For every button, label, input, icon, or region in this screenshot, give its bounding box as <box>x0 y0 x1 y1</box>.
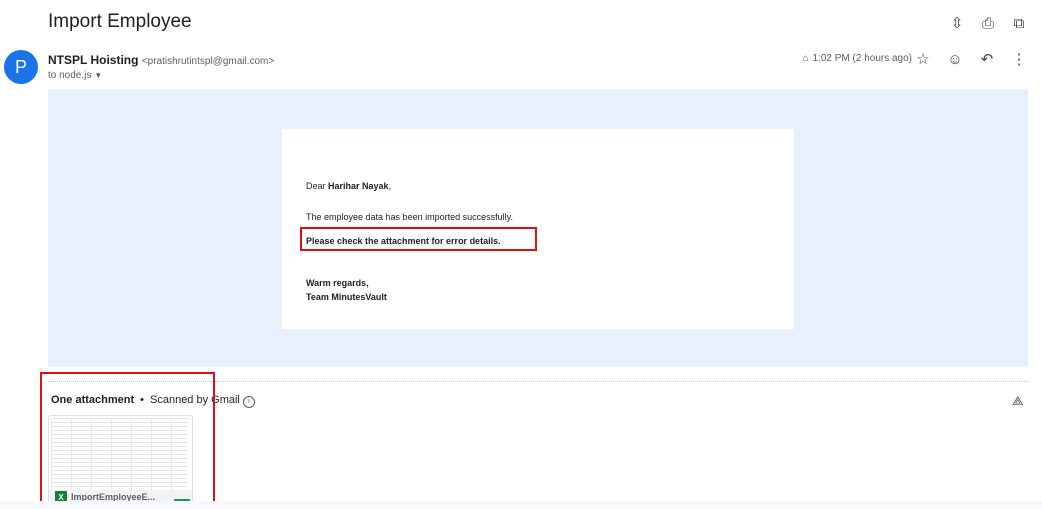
recipient-line[interactable]: to node.js ▼ <box>48 70 102 81</box>
sender-name[interactable]: NTSPL Hoisting <box>48 53 138 67</box>
highlight-box-attachment <box>40 372 215 507</box>
closing: Warm regards, <box>306 278 369 288</box>
greeting: Dear Harihar Nayak, <box>306 181 391 191</box>
avatar[interactable]: P <box>4 50 38 84</box>
footer-band <box>0 501 1042 509</box>
add-to-drive-icon[interactable]: ⟁ <box>1012 393 1028 409</box>
sender-email: <pratishrutintspl@gmail.com> <box>141 56 275 67</box>
open-new-window-icon[interactable]: ⧉ <box>1010 14 1028 32</box>
sender-line: NTSPL Hoisting <pratishrutintspl@gmail.c… <box>48 53 274 67</box>
recipient-name: Harihar Nayak <box>328 181 389 191</box>
top-actions: ⇳ ⎙ ⧉ <box>948 14 1028 33</box>
message-actions: ☆ ☺ ↶ ⋮ <box>914 50 1028 69</box>
timestamp: 1:02 PM (2 hours ago) <box>812 53 913 64</box>
paperclip-icon: ⌂ <box>802 53 809 64</box>
reply-icon[interactable]: ↶ <box>978 50 996 68</box>
unfold-icon[interactable]: ⇳ <box>948 14 966 32</box>
highlight-box-error-line <box>300 227 537 251</box>
star-icon[interactable]: ☆ <box>914 50 932 68</box>
info-icon[interactable]: i <box>242 396 255 408</box>
email-body-area: Dear Harihar Nayak, The employee data ha… <box>48 89 1028 367</box>
more-vert-icon[interactable]: ⋮ <box>1010 50 1028 68</box>
chevron-down-icon[interactable]: ▼ <box>94 71 102 80</box>
email-subject: Import Employee <box>48 11 192 32</box>
emoji-icon[interactable]: ☺ <box>946 50 964 68</box>
signature: Team MinutesVault <box>306 292 387 302</box>
message-meta: ⌂ 1:02 PM (2 hours ago) <box>802 53 912 64</box>
body-line-1: The employee data has been imported succ… <box>306 212 513 222</box>
greeting-suffix: , <box>388 181 392 191</box>
print-icon[interactable]: ⎙ <box>979 14 997 32</box>
greeting-prefix: Dear <box>306 181 329 191</box>
recipient-text: to node.js <box>48 70 92 81</box>
